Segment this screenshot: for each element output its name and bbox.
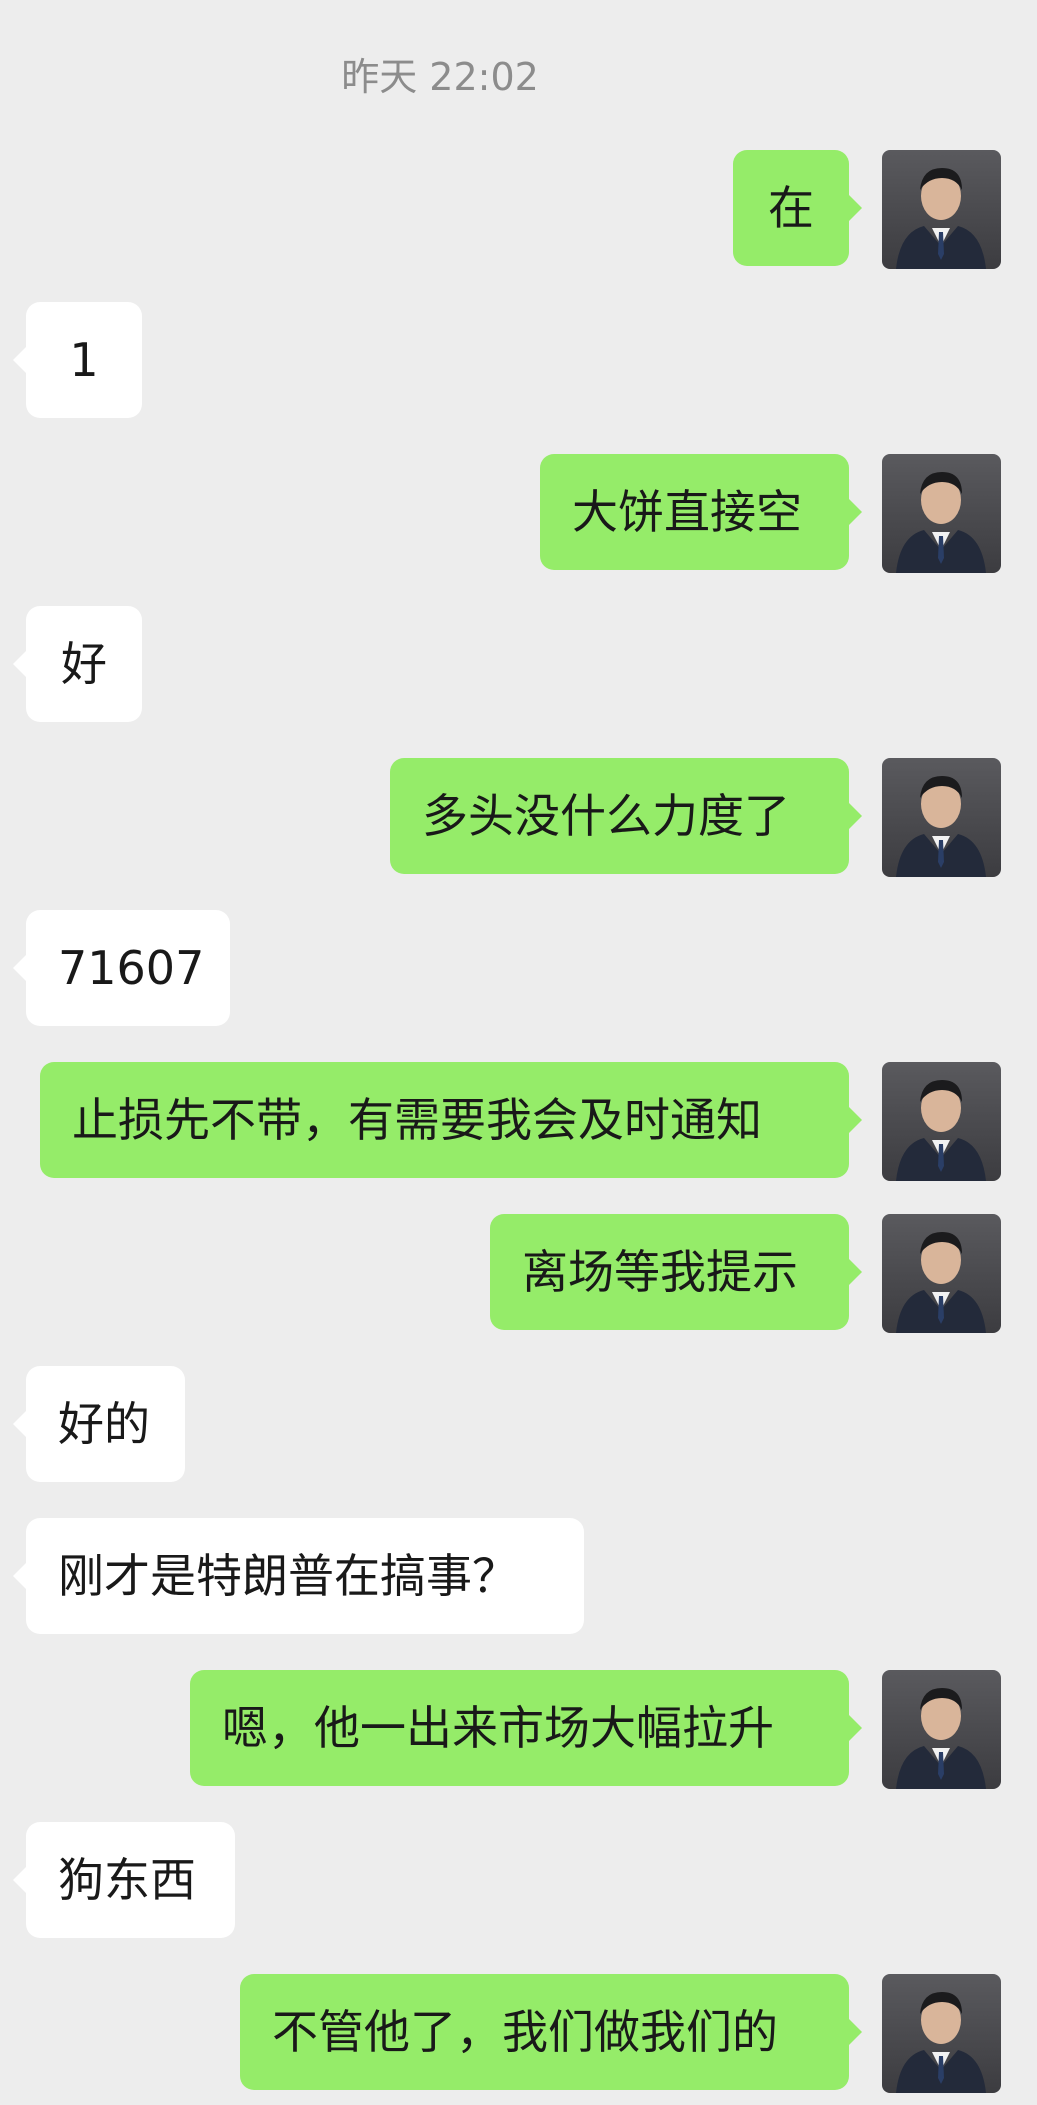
sent-message-bubble[interactable]: 离场等我提示 bbox=[490, 1214, 862, 1330]
sent-message-bubble[interactable]: 在 bbox=[733, 150, 862, 266]
message-text: 离场等我提示 bbox=[522, 1245, 798, 1299]
received-message-bubble[interactable]: 刚才是特朗普在搞事？ bbox=[13, 1518, 584, 1634]
avatar[interactable] bbox=[882, 1214, 1001, 1333]
sent-message-bubble[interactable]: 不管他了，我们做我们的 bbox=[240, 1974, 862, 2090]
user-avatar-icon bbox=[896, 472, 986, 573]
message-text: 好的 bbox=[58, 1397, 150, 1451]
sent-message-bubble[interactable]: 多头没什么力度了 bbox=[390, 758, 862, 874]
message-text: 1 bbox=[69, 333, 99, 387]
avatar[interactable] bbox=[882, 1670, 1001, 1789]
user-avatar-icon bbox=[896, 1992, 986, 2093]
user-avatar-icon bbox=[896, 1080, 986, 1181]
chat-view[interactable]: 昨天 22:02 在 1 大饼直接空 好 多头没什么力度了 71607 止损先不… bbox=[0, 0, 1037, 2105]
message-text: 嗯，他一出来市场大幅拉升 bbox=[222, 1701, 774, 1755]
received-message-bubble[interactable]: 好的 bbox=[13, 1366, 185, 1482]
sent-message-bubble[interactable]: 嗯，他一出来市场大幅拉升 bbox=[190, 1670, 862, 1786]
received-message-bubble[interactable]: 71607 bbox=[13, 910, 230, 1026]
message-text: 刚才是特朗普在搞事？ bbox=[58, 1549, 518, 1603]
avatar[interactable] bbox=[882, 758, 1001, 877]
message-text: 在 bbox=[768, 181, 814, 235]
message-text: 大饼直接空 bbox=[572, 485, 802, 539]
message-text: 止损先不带，有需要我会及时通知 bbox=[72, 1093, 762, 1147]
received-message-bubble[interactable]: 好 bbox=[13, 606, 142, 722]
avatar[interactable] bbox=[882, 150, 1001, 269]
avatar[interactable] bbox=[882, 1974, 1001, 2093]
user-avatar-icon bbox=[896, 776, 986, 877]
user-avatar-icon bbox=[896, 1232, 986, 1333]
received-message-bubble[interactable]: 1 bbox=[13, 302, 142, 418]
avatar[interactable] bbox=[882, 1062, 1001, 1181]
user-avatar-icon bbox=[896, 1688, 986, 1789]
avatar[interactable] bbox=[882, 454, 1001, 573]
message-text: 多头没什么力度了 bbox=[422, 789, 790, 843]
message-text: 不管他了，我们做我们的 bbox=[272, 2005, 778, 2059]
received-message-bubble[interactable]: 狗东西 bbox=[13, 1822, 235, 1938]
message-text: 71607 bbox=[58, 941, 205, 995]
sent-message-bubble[interactable]: 止损先不带，有需要我会及时通知 bbox=[40, 1062, 862, 1178]
sent-message-bubble[interactable]: 大饼直接空 bbox=[540, 454, 862, 570]
user-avatar-icon bbox=[896, 168, 986, 269]
message-timestamp: 昨天 22:02 bbox=[341, 55, 539, 99]
message-text: 狗东西 bbox=[58, 1853, 196, 1907]
message-text: 好 bbox=[61, 637, 107, 691]
